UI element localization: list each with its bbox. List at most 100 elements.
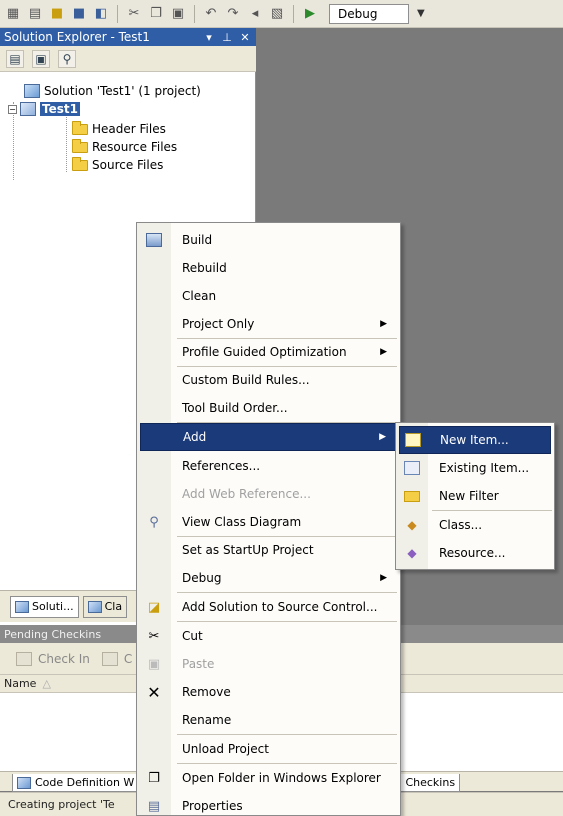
pending-checkins-title: Pending Checkins bbox=[4, 627, 102, 641]
folder-icon bbox=[72, 156, 88, 171]
submenu-arrow-icon: ▶ bbox=[380, 319, 387, 329]
solution-config-select[interactable]: Debug bbox=[329, 3, 409, 24]
menu-item-rebuild[interactable]: Rebuild bbox=[140, 254, 397, 282]
menu-item-debug[interactable]: Debug ▶ bbox=[140, 564, 397, 592]
project-context-menu: Build Rebuild Clean Project Only ▶ Profi… bbox=[136, 222, 401, 816]
tab-class-view[interactable]: Cla bbox=[82, 595, 128, 618]
menu-item-cut[interactable]: ✂ Cut bbox=[140, 622, 397, 650]
menu-item-remove[interactable]: ✕ Remove bbox=[140, 678, 397, 706]
pin-icon[interactable]: ⊥ bbox=[220, 31, 234, 44]
properties-toolbar-icon[interactable]: ▤ bbox=[6, 49, 24, 68]
menu-item-rename[interactable]: Rename bbox=[140, 706, 397, 734]
cut-icon: ✂ bbox=[148, 628, 160, 644]
status-text: Creating project 'Te bbox=[8, 798, 115, 811]
menu-item-add-web-reference[interactable]: Add Web Reference... bbox=[140, 480, 397, 508]
new-item-icon bbox=[405, 433, 421, 447]
comment-button[interactable]: C bbox=[124, 652, 132, 666]
tab-solution-explorer[interactable]: Soluti... bbox=[10, 595, 79, 618]
menu-item-tool-build-order[interactable]: Tool Build Order... bbox=[140, 394, 397, 422]
tree-connector bbox=[66, 112, 67, 172]
submenu-arrow-icon: ▶ bbox=[380, 573, 387, 583]
code-definition-icon bbox=[17, 776, 31, 789]
menu-item-clean[interactable]: Clean bbox=[140, 282, 397, 310]
paste-toolbar-icon[interactable]: ▣ bbox=[169, 5, 187, 23]
submenu-item-new-filter[interactable]: New Filter bbox=[399, 482, 551, 510]
redo-icon[interactable]: ↷ bbox=[224, 5, 242, 23]
menu-item-project-only[interactable]: Project Only ▶ bbox=[140, 310, 397, 338]
menu-item-profile-guided-optimization[interactable]: Profile Guided Optimization ▶ bbox=[140, 338, 397, 366]
remove-icon: ✕ bbox=[147, 682, 161, 702]
start-debugging-icon[interactable]: ▶ bbox=[301, 5, 319, 23]
tab-label: Cla bbox=[104, 600, 123, 613]
tree-project-node[interactable]: − Test1 bbox=[8, 100, 80, 118]
main-toolbar: ▦ ▤ ■ ■ ◧ ✂ ❐ ▣ ↶ ↷ ◂ ▧ ▶ Debug ▼ bbox=[0, 0, 563, 28]
folder-label: Header Files bbox=[92, 122, 166, 136]
menu-item-view-class-diagram[interactable]: ⚲ View Class Diagram bbox=[140, 508, 397, 536]
collapse-icon[interactable]: − bbox=[8, 104, 17, 114]
check-in-icon bbox=[16, 651, 32, 666]
properties-icon: ▤ bbox=[147, 798, 161, 814]
menu-item-set-startup-project[interactable]: Set as StartUp Project bbox=[140, 536, 397, 564]
save-icon[interactable]: ■ bbox=[70, 5, 88, 23]
menu-item-open-folder[interactable]: ❐ Open Folder in Windows Explorer bbox=[140, 764, 397, 792]
project-icon bbox=[20, 102, 36, 116]
folder-icon bbox=[72, 120, 88, 135]
menu-item-properties[interactable]: ▤ Properties bbox=[140, 792, 397, 816]
menu-item-paste[interactable]: ▣ Paste bbox=[140, 650, 397, 678]
new-project-icon[interactable]: ▦ bbox=[4, 5, 22, 23]
build-icon bbox=[146, 233, 162, 247]
submenu-item-resource[interactable]: ◆ Resource... bbox=[399, 539, 551, 567]
menu-item-unload-project[interactable]: Unload Project bbox=[140, 735, 397, 763]
tab-label: Code Definition W bbox=[35, 776, 135, 789]
menu-item-add[interactable]: Add ▶ bbox=[140, 423, 397, 451]
tree-folder-header-files[interactable]: Header Files bbox=[72, 120, 166, 138]
find-icon[interactable]: ▧ bbox=[268, 5, 286, 23]
folder-label: Resource Files bbox=[92, 140, 178, 154]
chevron-down-icon[interactable]: ▼ bbox=[417, 8, 425, 19]
tree-solution-node[interactable]: Solution 'Test1' (1 project) bbox=[24, 82, 201, 100]
name-column-header[interactable]: Name bbox=[4, 677, 36, 690]
menu-item-build[interactable]: Build bbox=[140, 226, 397, 254]
open-file-icon[interactable]: ■ bbox=[48, 5, 66, 23]
comment-icon bbox=[101, 651, 118, 666]
tab-code-definition[interactable]: Code Definition W bbox=[12, 774, 140, 792]
tree-folder-resource-files[interactable]: Resource Files bbox=[72, 138, 177, 156]
add-submenu: New Item... Existing Item... New Filter … bbox=[395, 422, 555, 570]
menu-item-add-to-source-control[interactable]: ◪ Add Solution to Source Control... bbox=[140, 593, 397, 621]
show-all-files-icon[interactable]: ▣ bbox=[32, 49, 50, 68]
copy-toolbar-icon[interactable]: ❐ bbox=[147, 5, 165, 23]
cut-toolbar-icon[interactable]: ✂ bbox=[125, 5, 143, 23]
source-control-icon: ◪ bbox=[147, 599, 161, 615]
tree-folder-source-files[interactable]: Source Files bbox=[72, 156, 163, 174]
save-all-icon[interactable]: ◧ bbox=[92, 5, 110, 23]
new-filter-icon bbox=[404, 490, 420, 502]
solution-explorer-header: Solution Explorer - Test1 ▾ ⊥ ✕ bbox=[0, 28, 256, 46]
existing-item-icon bbox=[404, 461, 420, 475]
menu-item-references[interactable]: References... bbox=[140, 452, 397, 480]
close-icon[interactable]: ✕ bbox=[238, 31, 252, 44]
solution-config-value: Debug bbox=[338, 6, 378, 21]
undo-icon[interactable]: ↶ bbox=[202, 5, 220, 23]
submenu-arrow-icon: ▶ bbox=[380, 347, 387, 357]
view-class-diagram-toolbar-icon[interactable]: ⚲ bbox=[58, 49, 76, 68]
check-in-button[interactable]: Check In bbox=[38, 652, 90, 666]
submenu-arrow-icon: ▶ bbox=[379, 432, 386, 442]
window-position-icon[interactable]: ▾ bbox=[202, 31, 216, 44]
project-label: Test1 bbox=[40, 102, 80, 116]
open-folder-icon: ❐ bbox=[148, 770, 160, 786]
class-icon: ◆ bbox=[407, 518, 417, 532]
submenu-item-class[interactable]: ◆ Class... bbox=[399, 511, 551, 539]
resource-icon: ◆ bbox=[407, 546, 417, 560]
solution-icon bbox=[24, 84, 40, 98]
solution-explorer-toolbar: ▤ ▣ ⚲ bbox=[0, 46, 256, 72]
class-diagram-icon: ⚲ bbox=[149, 514, 159, 530]
submenu-item-new-item[interactable]: New Item... bbox=[399, 426, 551, 454]
menu-item-custom-build-rules[interactable]: Custom Build Rules... bbox=[140, 366, 397, 394]
add-item-icon[interactable]: ▤ bbox=[26, 5, 44, 23]
navigate-icon[interactable]: ◂ bbox=[246, 5, 264, 23]
solution-explorer-icon bbox=[15, 600, 29, 613]
toolbar-separator bbox=[293, 4, 294, 23]
submenu-item-existing-item[interactable]: Existing Item... bbox=[399, 454, 551, 482]
paste-icon: ▣ bbox=[147, 656, 161, 672]
solution-explorer-title: Solution Explorer - Test1 bbox=[4, 30, 150, 44]
